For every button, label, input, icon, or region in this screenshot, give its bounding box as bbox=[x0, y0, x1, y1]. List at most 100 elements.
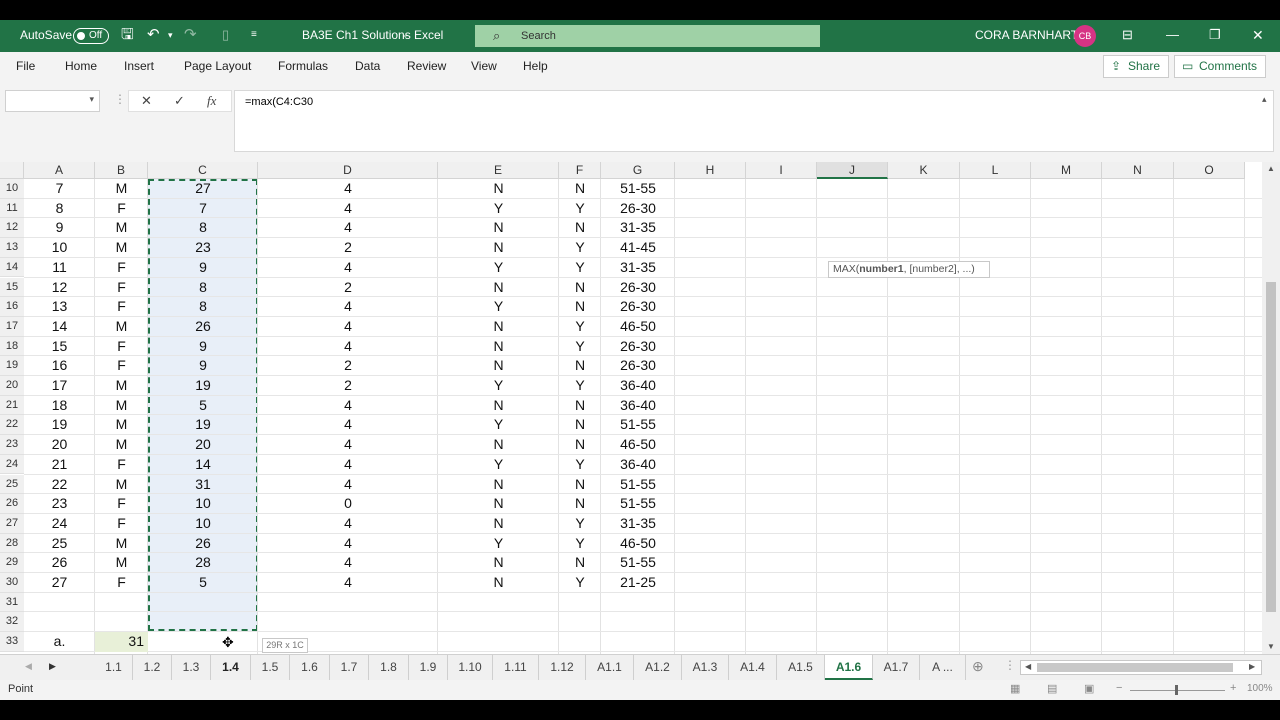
row-header[interactable]: 19 bbox=[0, 356, 24, 376]
cell-e26[interactable]: N bbox=[438, 494, 559, 514]
menu-home[interactable]: Home bbox=[65, 52, 97, 80]
cell-d30[interactable]: 4 bbox=[258, 573, 438, 593]
cell-b25[interactable]: M bbox=[95, 475, 148, 495]
row-header[interactable]: 32 bbox=[0, 612, 24, 633]
cell-g19[interactable]: 26-30 bbox=[601, 356, 675, 376]
cell-a26[interactable]: 23 bbox=[24, 494, 95, 514]
row-header[interactable]: 14 bbox=[0, 257, 24, 278]
cell-b13[interactable]: M bbox=[95, 238, 148, 258]
cell-g23[interactable]: 46-50 bbox=[601, 435, 675, 455]
cell-c13[interactable]: 23 bbox=[148, 238, 258, 258]
scroll-up-icon[interactable]: ▲ bbox=[1267, 164, 1275, 173]
cell-e23[interactable]: N bbox=[438, 435, 559, 455]
cell-e22[interactable]: Y bbox=[438, 415, 559, 435]
cell-a19[interactable]: 16 bbox=[24, 356, 95, 376]
cell-c12[interactable]: 8 bbox=[148, 218, 258, 238]
enter-icon[interactable]: ✓ bbox=[174, 93, 185, 109]
row-header[interactable]: 10 bbox=[0, 179, 24, 199]
row-header[interactable]: 16 bbox=[0, 297, 24, 317]
cell-b20[interactable]: M bbox=[95, 376, 148, 396]
cell-f25[interactable]: N bbox=[559, 475, 601, 495]
cell-c19[interactable]: 9 bbox=[148, 356, 258, 376]
cell-c16[interactable]: 8 bbox=[148, 297, 258, 317]
cell-b11[interactable]: F bbox=[95, 199, 148, 219]
cell-a29[interactable]: 26 bbox=[24, 553, 95, 573]
cell-g10[interactable]: 51-55 bbox=[601, 179, 675, 199]
cell-f14[interactable]: Y bbox=[559, 258, 601, 278]
cell-d11[interactable]: 4 bbox=[258, 199, 438, 219]
cell-e19[interactable]: N bbox=[438, 356, 559, 376]
menu-view[interactable]: View bbox=[471, 52, 497, 80]
cell-e12[interactable]: N bbox=[438, 218, 559, 238]
cell-a20[interactable]: 17 bbox=[24, 376, 95, 396]
menu-insert[interactable]: Insert bbox=[124, 52, 154, 80]
column-header-c[interactable]: C bbox=[148, 162, 258, 179]
cell-f22[interactable]: N bbox=[559, 415, 601, 435]
sheet-tab-1-12[interactable]: 1.12 bbox=[539, 655, 586, 680]
cell-b33[interactable]: 31 bbox=[95, 632, 148, 652]
cell-d21[interactable]: 4 bbox=[258, 396, 438, 416]
cell-d14[interactable]: 4 bbox=[258, 258, 438, 278]
cell-g14[interactable]: 31-35 bbox=[601, 258, 675, 278]
cell-b15[interactable]: F bbox=[95, 278, 148, 298]
cell-d26[interactable]: 0 bbox=[258, 494, 438, 514]
cell-b14[interactable]: F bbox=[95, 258, 148, 278]
cell-e14[interactable]: Y bbox=[438, 258, 559, 278]
cell-g16[interactable]: 26-30 bbox=[601, 297, 675, 317]
menu-data[interactable]: Data bbox=[355, 52, 380, 80]
sheet-tab-1-2[interactable]: 1.2 bbox=[133, 655, 172, 680]
sheet-tab-1-3[interactable]: 1.3 bbox=[172, 655, 211, 680]
insert-function-icon[interactable]: fx bbox=[207, 93, 216, 109]
cell-g25[interactable]: 51-55 bbox=[601, 475, 675, 495]
cell-b26[interactable]: F bbox=[95, 494, 148, 514]
autosave-toggle[interactable]: Off bbox=[73, 28, 109, 44]
column-header-b[interactable]: B bbox=[95, 162, 148, 179]
cell-b18[interactable]: F bbox=[95, 337, 148, 357]
cell-b22[interactable]: M bbox=[95, 415, 148, 435]
formula-input[interactable]: =max(C4:C30 bbox=[234, 90, 1274, 152]
sheet-tab-a1-2[interactable]: A1.2 bbox=[634, 655, 682, 680]
cell-f11[interactable]: Y bbox=[559, 199, 601, 219]
cell-f26[interactable]: N bbox=[559, 494, 601, 514]
cell-c18[interactable]: 9 bbox=[148, 337, 258, 357]
vertical-scroll-thumb[interactable] bbox=[1266, 282, 1276, 612]
menu-page-layout[interactable]: Page Layout bbox=[184, 52, 251, 80]
cell-g13[interactable]: 41-45 bbox=[601, 238, 675, 258]
cell-a11[interactable]: 8 bbox=[24, 199, 95, 219]
row-header[interactable]: 26 bbox=[0, 494, 24, 514]
cell-c21[interactable]: 5 bbox=[148, 396, 258, 416]
cell-d19[interactable]: 2 bbox=[258, 356, 438, 376]
cell-e17[interactable]: N bbox=[438, 317, 559, 337]
row-header[interactable]: 33 bbox=[0, 632, 24, 652]
avatar[interactable]: CB bbox=[1074, 25, 1096, 47]
cell-g30[interactable]: 21-25 bbox=[601, 573, 675, 593]
cell-e15[interactable]: N bbox=[438, 278, 559, 298]
cell-d27[interactable]: 4 bbox=[258, 514, 438, 534]
sheet-tab-1-9[interactable]: 1.9 bbox=[409, 655, 448, 680]
cell-c14[interactable]: 9 bbox=[148, 258, 258, 278]
cell-a15[interactable]: 12 bbox=[24, 278, 95, 298]
sheet-tab-1-7[interactable]: 1.7 bbox=[330, 655, 369, 680]
tabs-next-icon[interactable]: ▶ bbox=[49, 661, 56, 672]
sheet-tab-1-10[interactable]: 1.10 bbox=[448, 655, 493, 680]
cell-g29[interactable]: 51-55 bbox=[601, 553, 675, 573]
cell-g17[interactable]: 46-50 bbox=[601, 317, 675, 337]
sheet-tab-a1-5[interactable]: A1.5 bbox=[777, 655, 825, 680]
row-header[interactable]: 13 bbox=[0, 238, 24, 258]
cell-a14[interactable]: 11 bbox=[24, 258, 95, 278]
column-header-o[interactable]: O bbox=[1174, 162, 1245, 179]
search-box[interactable]: ⌕ Search bbox=[475, 25, 820, 47]
cell-e20[interactable]: Y bbox=[438, 376, 559, 396]
cell-c10[interactable]: 27 bbox=[148, 179, 258, 199]
cell-f27[interactable]: Y bbox=[559, 514, 601, 534]
cell-g20[interactable]: 36-40 bbox=[601, 376, 675, 396]
sheet-tab-1-1[interactable]: 1.1 bbox=[95, 655, 133, 680]
cell-f29[interactable]: N bbox=[559, 553, 601, 573]
new-sheet-icon[interactable]: ⊕ bbox=[972, 658, 984, 675]
sheet-tab-1-8[interactable]: 1.8 bbox=[369, 655, 409, 680]
cell-g18[interactable]: 26-30 bbox=[601, 337, 675, 357]
row-header[interactable]: 25 bbox=[0, 474, 24, 495]
cell-f13[interactable]: Y bbox=[559, 238, 601, 258]
cell-c30[interactable]: 5 bbox=[148, 573, 258, 593]
name-box[interactable]: ▾ bbox=[5, 90, 100, 112]
